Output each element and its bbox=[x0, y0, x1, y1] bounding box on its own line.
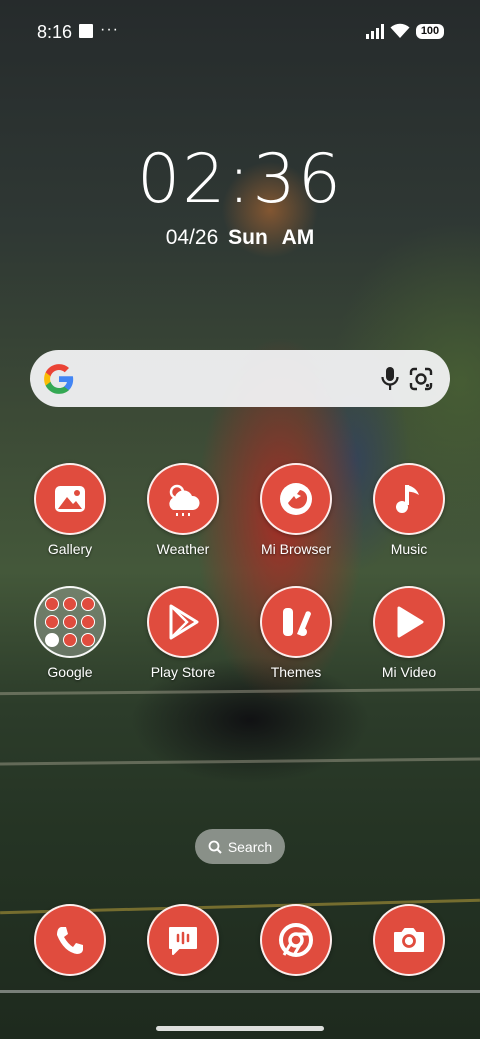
search-pill-label: Search bbox=[227, 838, 273, 855]
weather-icon bbox=[147, 463, 219, 535]
field-line bbox=[0, 990, 480, 993]
folder-icon bbox=[34, 586, 106, 658]
drive-mini-icon bbox=[63, 615, 77, 629]
gallery-icon bbox=[34, 463, 106, 535]
notification-square-icon bbox=[79, 24, 93, 38]
app-google-folder[interactable]: Google bbox=[15, 586, 125, 680]
app-label: Gallery bbox=[47, 541, 93, 557]
clock-time[interactable]: 02:36 bbox=[0, 140, 480, 219]
app-label: Mi Browser bbox=[260, 541, 331, 557]
weekday-text: Sun bbox=[228, 226, 268, 249]
camera-icon bbox=[373, 904, 445, 976]
signal-icon bbox=[366, 24, 384, 39]
google-search-widget[interactable] bbox=[30, 350, 450, 407]
play-icon bbox=[373, 586, 445, 658]
battery-indicator: 100 bbox=[416, 24, 444, 39]
app-play-store[interactable]: Play Store bbox=[128, 586, 238, 680]
contacts-mini-icon bbox=[81, 633, 95, 647]
dock-messages[interactable] bbox=[128, 904, 238, 976]
microphone-icon[interactable] bbox=[380, 366, 400, 392]
clock-date[interactable]: 04/26 Sun AM bbox=[0, 226, 480, 250]
photos-color-mini-icon bbox=[45, 633, 59, 647]
google-lens-icon[interactable] bbox=[408, 366, 434, 392]
app-label: Play Store bbox=[150, 664, 216, 680]
app-label: Themes bbox=[270, 664, 322, 680]
youtube-mini-icon bbox=[45, 615, 59, 629]
phone-icon bbox=[34, 904, 106, 976]
photos-mini-icon bbox=[81, 615, 95, 629]
maps-mini-icon bbox=[81, 597, 95, 611]
date-text: 04/26 bbox=[165, 226, 219, 249]
mi-browser-icon bbox=[260, 463, 332, 535]
search-icon bbox=[208, 840, 222, 854]
app-label: Mi Video bbox=[381, 664, 437, 680]
app-weather[interactable]: Weather bbox=[128, 463, 238, 557]
music-note-icon bbox=[373, 463, 445, 535]
play-store-icon bbox=[147, 586, 219, 658]
field-line bbox=[0, 757, 480, 766]
dock-chrome[interactable] bbox=[241, 904, 351, 976]
app-label: Google bbox=[47, 664, 93, 680]
app-themes[interactable]: Themes bbox=[241, 586, 351, 680]
field-line bbox=[0, 687, 480, 696]
google-mini-icon bbox=[45, 597, 59, 611]
meet-mini-icon bbox=[63, 633, 77, 647]
app-search-button[interactable]: Search bbox=[195, 829, 285, 864]
app-mi-browser[interactable]: Mi Browser bbox=[241, 463, 351, 557]
wifi-icon bbox=[390, 23, 410, 38]
app-gallery[interactable]: Gallery bbox=[15, 463, 125, 557]
app-music[interactable]: Music bbox=[354, 463, 464, 557]
home-indicator[interactable] bbox=[156, 1026, 324, 1031]
status-bar: 8:16 ··· 100 bbox=[0, 0, 480, 64]
themes-icon bbox=[260, 586, 332, 658]
app-mi-video[interactable]: Mi Video bbox=[354, 586, 464, 680]
gmail-mini-icon bbox=[63, 597, 77, 611]
messages-icon bbox=[147, 904, 219, 976]
app-label: Weather bbox=[156, 541, 210, 557]
more-notifications-icon: ··· bbox=[100, 21, 119, 38]
ampm-text: AM bbox=[281, 226, 315, 249]
app-label: Music bbox=[390, 541, 428, 557]
status-time: 8:16 bbox=[37, 22, 73, 42]
dock-phone[interactable] bbox=[15, 904, 125, 976]
dock-camera[interactable] bbox=[354, 904, 464, 976]
google-g-icon bbox=[44, 364, 74, 394]
chrome-icon bbox=[260, 904, 332, 976]
